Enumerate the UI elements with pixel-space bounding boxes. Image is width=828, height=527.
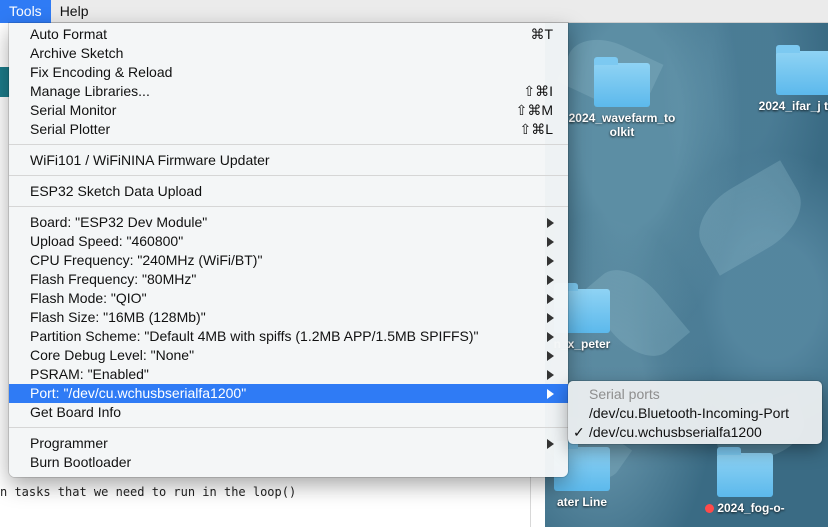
port-option-bluetooth[interactable]: /dev/cu.Bluetooth-Incoming-Port — [568, 404, 822, 423]
menu-item-flash-frequency[interactable]: Flash Frequency: "80MHz" — [9, 270, 568, 289]
desktop-folder[interactable]: 2024_wavefarm_toolkit — [567, 57, 677, 139]
menu-item-partition-scheme[interactable]: Partition Scheme: "Default 4MB with spif… — [9, 327, 568, 346]
folder-icon — [594, 57, 650, 107]
submenu-arrow-icon — [547, 351, 554, 361]
code-line[interactable]: n tasks that we need to run in the loop(… — [0, 485, 296, 499]
menu-item-cpu-frequency[interactable]: CPU Frequency: "240MHz (WiFi/BT)" — [9, 251, 568, 270]
check-icon: ✓ — [573, 424, 585, 440]
menu-item-wifi-firmware-updater[interactable]: WiFi101 / WiFiNINA Firmware Updater — [9, 151, 568, 170]
menu-item-burn-bootloader[interactable]: Burn Bootloader — [9, 453, 568, 472]
submenu-arrow-icon — [547, 389, 554, 399]
submenu-arrow-icon — [547, 313, 554, 323]
shortcut: ⇧⌘I — [523, 83, 553, 99]
submenu-arrow-icon — [547, 332, 554, 342]
menubar: Tools Help — [0, 0, 828, 23]
folder-icon — [776, 45, 828, 95]
red-tag-icon — [705, 504, 715, 513]
wallpaper-leaf — [684, 160, 816, 276]
menu-item-esp32-data-upload[interactable]: ESP32 Sketch Data Upload — [9, 182, 568, 201]
menu-separator — [9, 206, 568, 207]
menu-item-upload-speed[interactable]: Upload Speed: "460800" — [9, 232, 568, 251]
desktop: 2024_wavefarm_toolkit 2024_ifar_j tune n… — [545, 23, 828, 527]
menu-item-flash-mode[interactable]: Flash Mode: "QIO" — [9, 289, 568, 308]
submenu-header: Serial ports — [589, 386, 660, 402]
menu-item-programmer[interactable]: Programmer — [9, 434, 568, 453]
menu-help[interactable]: Help — [51, 0, 98, 23]
submenu-arrow-icon — [547, 218, 554, 228]
menu-item-fix-encoding[interactable]: Fix Encoding & Reload — [9, 63, 568, 82]
desktop-folder[interactable]: 2024_fog-o- — [690, 447, 800, 515]
tools-menu: Auto Format ⌘T Archive Sketch Fix Encodin… — [9, 23, 568, 477]
menu-separator — [9, 144, 568, 145]
editor-divider — [530, 473, 531, 527]
menu-separator — [9, 427, 568, 428]
submenu-arrow-icon — [547, 370, 554, 380]
port-submenu: Serial ports /dev/cu.Bluetooth-Incoming-… — [568, 381, 822, 444]
port-option-wchusbserial[interactable]: ✓ /dev/cu.wchusbserialfa1200 — [568, 423, 822, 442]
submenu-arrow-icon — [547, 294, 554, 304]
menu-item-auto-format[interactable]: Auto Format ⌘T — [9, 25, 568, 44]
menu-separator — [9, 175, 568, 176]
folder-icon — [717, 447, 773, 497]
menu-item-port[interactable]: Port: "/dev/cu.wchusbserialfa1200" — [9, 384, 568, 403]
menu-item-archive-sketch[interactable]: Archive Sketch — [9, 44, 568, 63]
menu-tools[interactable]: Tools — [0, 0, 51, 23]
submenu-arrow-icon — [547, 275, 554, 285]
menu-item-manage-libraries[interactable]: Manage Libraries... ⇧⌘I — [9, 82, 568, 101]
menu-item-serial-monitor[interactable]: Serial Monitor ⇧⌘M — [9, 101, 568, 120]
menu-item-board[interactable]: Board: "ESP32 Dev Module" — [9, 213, 568, 232]
menu-item-psram[interactable]: PSRAM: "Enabled" — [9, 365, 568, 384]
shortcut: ⌘T — [530, 26, 553, 42]
submenu-arrow-icon — [547, 439, 554, 449]
shortcut: ⇧⌘L — [519, 121, 553, 137]
desktop-folder[interactable]: 2024_ifar_j tune — [749, 45, 828, 113]
menu-item-core-debug-level[interactable]: Core Debug Level: "None" — [9, 346, 568, 365]
menu-item-flash-size[interactable]: Flash Size: "16MB (128Mb)" — [9, 308, 568, 327]
shortcut: ⇧⌘M — [515, 102, 553, 118]
submenu-arrow-icon — [547, 256, 554, 266]
submenu-arrow-icon — [547, 237, 554, 247]
menu-item-serial-plotter[interactable]: Serial Plotter ⇧⌘L — [9, 120, 568, 139]
menu-item-get-board-info[interactable]: Get Board Info — [9, 403, 568, 422]
